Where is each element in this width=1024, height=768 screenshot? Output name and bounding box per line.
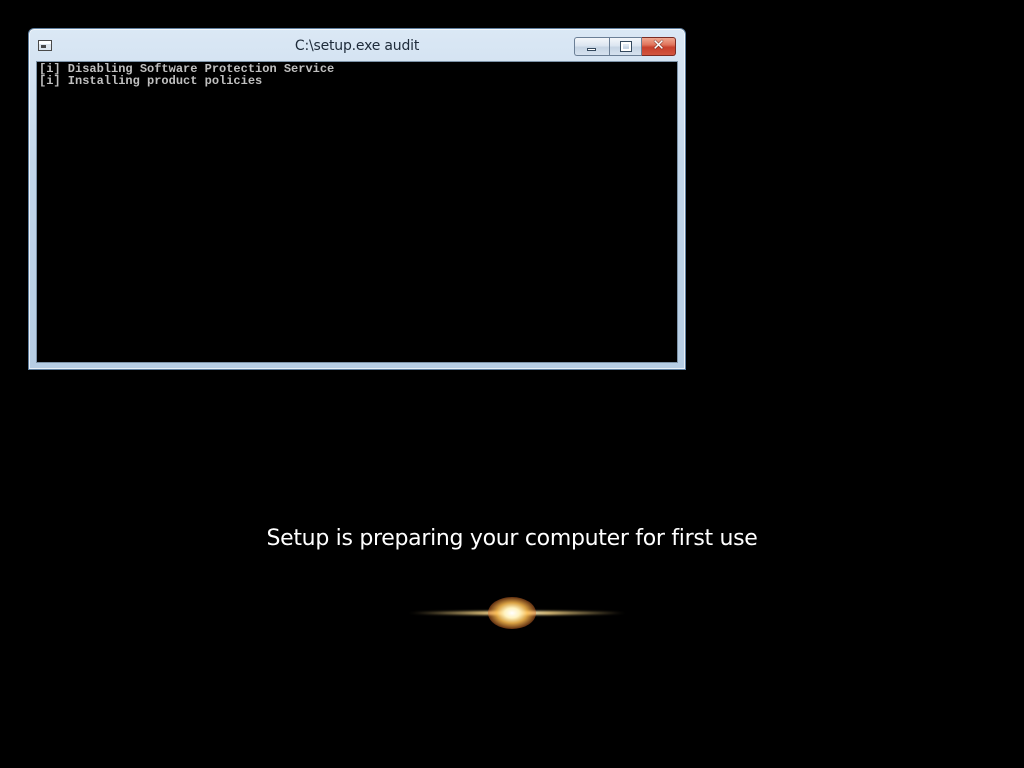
console-window[interactable]: C:\setup.exe audit ✕ [i] Disabling Softw… <box>28 28 686 370</box>
console-line: [i] Installing product policies <box>39 74 263 88</box>
console-lines: [i] Disabling Software Protection Servic… <box>39 63 334 87</box>
minimize-button[interactable] <box>574 37 609 56</box>
title-bar[interactable]: C:\setup.exe audit ✕ <box>29 29 685 61</box>
maximize-button[interactable] <box>609 37 642 56</box>
maximize-icon <box>620 41 632 52</box>
close-icon: ✕ <box>652 36 665 54</box>
console-output[interactable]: [i] Disabling Software Protection Servic… <box>36 61 678 363</box>
progress-flare-animation <box>400 590 630 636</box>
setup-status-message: Setup is preparing your computer for fir… <box>266 526 758 551</box>
flare-glow <box>488 597 536 629</box>
minimize-icon <box>587 48 596 51</box>
close-button[interactable]: ✕ <box>642 36 676 56</box>
caption-buttons: ✕ <box>574 36 676 56</box>
